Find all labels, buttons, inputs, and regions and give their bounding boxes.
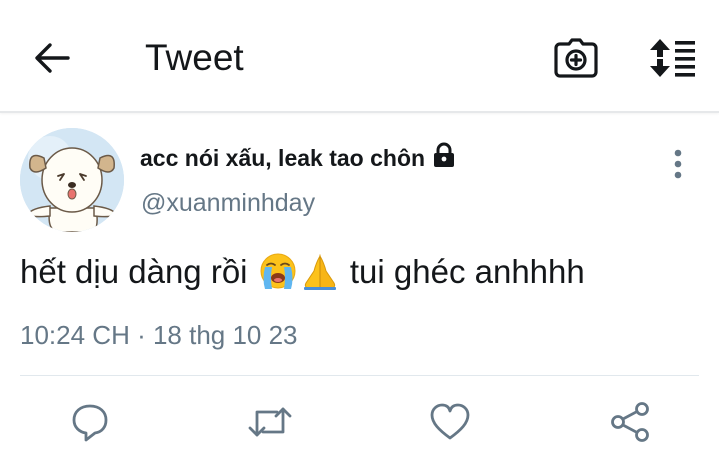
retweet-icon xyxy=(248,407,292,437)
avatar-image xyxy=(20,128,124,232)
camera-plus-icon xyxy=(554,38,598,78)
comment-icon xyxy=(72,404,108,442)
like-button[interactable] xyxy=(426,400,474,444)
user-handle[interactable]: @xuanminhday xyxy=(141,187,315,219)
divider xyxy=(20,375,699,376)
tweet-text-part-2: tui ghéc anhhhh xyxy=(349,253,585,290)
back-button[interactable] xyxy=(24,34,80,82)
loudly-crying-face-emoji xyxy=(260,253,296,289)
display-name-text: acc nói xấu, leak tao chôn xyxy=(140,145,426,171)
tweet-detail-screen: Tweet acc nói xấu, leak tao chôn @xuanmi… xyxy=(0,0,719,470)
page-title: Tweet xyxy=(145,37,244,78)
tweet-timestamp[interactable]: 10:24 CH · 18 thg 10 23 xyxy=(20,318,298,352)
avatar[interactable] xyxy=(20,128,124,232)
tweet-text-part-1: hết dịu dàng rồi xyxy=(20,253,248,290)
sort-list-icon xyxy=(650,39,695,77)
folded-hands-emoji xyxy=(303,254,336,290)
camera-button[interactable] xyxy=(550,34,602,82)
heart-icon xyxy=(430,403,470,440)
display-name[interactable]: acc nói xấu, leak tao chôn xyxy=(140,142,456,173)
share-button[interactable] xyxy=(606,400,654,444)
lock-icon xyxy=(434,142,455,167)
more-vertical-icon xyxy=(674,149,682,179)
arrow-left-icon xyxy=(35,43,70,73)
share-icon xyxy=(611,402,649,442)
retweet-button[interactable] xyxy=(246,400,294,444)
tweet-text: hết dịu dàng rồi tui ghéc anhhhh xyxy=(20,250,585,294)
sort-button[interactable] xyxy=(644,34,700,82)
more-options-button[interactable] xyxy=(660,146,696,182)
reply-button[interactable] xyxy=(66,400,114,444)
top-app-bar: Tweet xyxy=(0,0,719,113)
